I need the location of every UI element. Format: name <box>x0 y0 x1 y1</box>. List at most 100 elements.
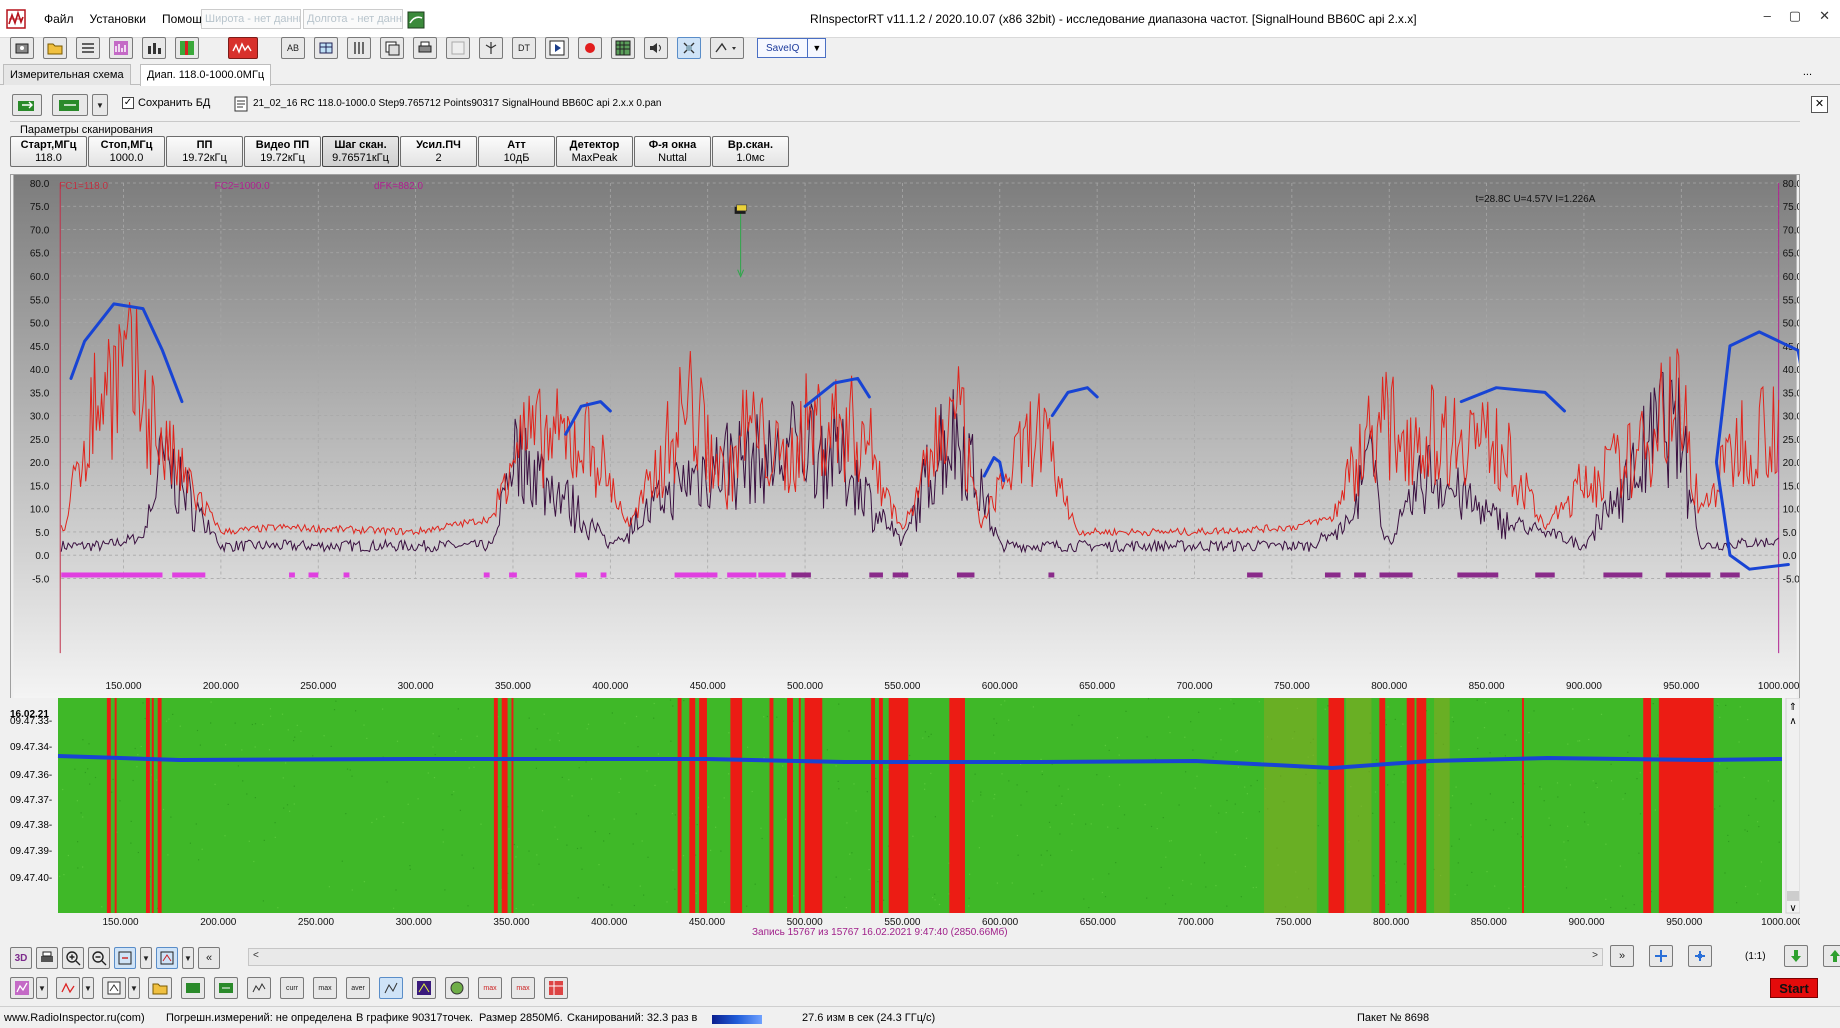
menu-settings[interactable]: Установки <box>82 12 154 26</box>
waterfall-view-button[interactable] <box>175 37 199 59</box>
marker-button[interactable] <box>102 977 126 999</box>
minimize-icon[interactable]: – <box>1764 8 1771 24</box>
zoom-in-button[interactable] <box>62 947 84 969</box>
antenna-button[interactable] <box>479 37 503 59</box>
fit-dropdown[interactable]: ▼ <box>140 947 152 969</box>
save-iq-button[interactable]: SaveIQ <box>757 38 809 58</box>
chart-type-button[interactable] <box>10 977 34 999</box>
max-button[interactable]: max <box>313 977 337 999</box>
arrow-down-button[interactable] <box>1783 945 1808 967</box>
print-button[interactable] <box>36 947 58 969</box>
spectrum-view-button[interactable] <box>109 37 133 59</box>
export-green-button[interactable] <box>181 977 205 999</box>
export-green2-button[interactable] <box>214 977 238 999</box>
save-db-checkbox-row[interactable]: ✓ Сохранить БД <box>122 97 210 109</box>
printer-button[interactable] <box>413 37 437 59</box>
scroll-left-icon[interactable]: < <box>253 950 259 961</box>
param-scan-time-button[interactable]: Вр.скан. 1.0мс <box>712 136 789 167</box>
import-button[interactable] <box>52 94 88 116</box>
param-video-bandwidth-button[interactable]: Видео ПП 19.72кГц <box>244 136 321 167</box>
scroll-top-icon[interactable]: ⇑ <box>1789 702 1797 713</box>
import-dropdown[interactable]: ▼ <box>92 94 108 116</box>
maximize-icon[interactable]: ▢ <box>1789 8 1801 24</box>
longitude-field[interactable]: Долгота - нет данных <box>303 9 403 29</box>
panel-close-button[interactable]: ✕ <box>1811 96 1828 113</box>
param-attenuator-button[interactable]: Атт 10дБ <box>478 136 555 167</box>
device-settings-button[interactable] <box>10 37 34 59</box>
min-trace-button[interactable]: max <box>511 977 535 999</box>
noise-dot <box>156 779 158 781</box>
trace-button[interactable] <box>56 977 80 999</box>
menu-file[interactable]: Файл <box>36 12 82 26</box>
param-detector-button[interactable]: Детектор MaxPeak <box>556 136 633 167</box>
tab-overflow[interactable]: ... <box>1803 66 1812 78</box>
start-button[interactable]: Start <box>1770 978 1818 998</box>
trace-dropdown[interactable]: ▼ <box>82 977 94 999</box>
average-button[interactable]: aver <box>346 977 370 999</box>
close-icon[interactable]: ✕ <box>1819 8 1830 24</box>
param-start-button[interactable]: Старт,МГц 118.0 <box>10 136 87 167</box>
colormap-button[interactable] <box>412 977 436 999</box>
max-trace-button[interactable]: max <box>478 977 502 999</box>
scroll-down-icon[interactable]: ∨ <box>1789 903 1796 914</box>
3d-view-button[interactable]: 3D <box>10 947 32 969</box>
open-button[interactable] <box>43 37 67 59</box>
noise-dot <box>1638 852 1640 854</box>
current-button[interactable]: curr <box>280 977 304 999</box>
list-button[interactable] <box>76 37 100 59</box>
noise-dot <box>696 824 698 826</box>
param-bandwidth-button[interactable]: ПП 19.72кГц <box>166 136 243 167</box>
tab-range[interactable]: Диап. 118.0-1000.0МГц <box>140 64 272 86</box>
grid-button[interactable] <box>611 37 635 59</box>
compress-button[interactable] <box>1688 945 1712 967</box>
dt-button[interactable]: DT <box>512 37 536 59</box>
zoom-out-button[interactable] <box>88 947 110 969</box>
noise-dot <box>598 864 600 866</box>
scale-dropdown[interactable]: ▼ <box>182 947 194 969</box>
spectrum-plot[interactable]: 80.0 75.0 70.0 65.0 60.0 55.0 50.0 45.0 40.0 35.0… <box>10 174 1800 700</box>
layers-button[interactable] <box>380 37 404 59</box>
latitude-field[interactable]: Широта - нет данных <box>201 9 301 29</box>
satellite-button[interactable] <box>677 37 701 59</box>
image-button[interactable] <box>446 37 470 59</box>
globe-button[interactable] <box>445 977 469 999</box>
record-button[interactable] <box>578 37 602 59</box>
record-scrollbar[interactable]: < > <box>248 948 1603 966</box>
folder-button[interactable] <box>148 977 172 999</box>
scroll-right-icon[interactable]: > <box>1592 950 1598 961</box>
last-record-button[interactable]: » <box>1610 945 1634 967</box>
scale-button[interactable] <box>156 947 178 969</box>
export-button[interactable] <box>12 94 42 116</box>
param-step-button[interactable]: Шаг скан. 9.76571кГц <box>322 136 399 167</box>
detect-button[interactable] <box>379 977 403 999</box>
chart-type-dropdown[interactable]: ▼ <box>36 977 48 999</box>
param-stop-button[interactable]: Стоп,МГц 1000.0 <box>88 136 165 167</box>
tab-measurement-scheme[interactable]: Измерительная схема <box>3 64 131 85</box>
play-button[interactable] <box>545 37 569 59</box>
ab-button[interactable]: AB <box>281 37 305 59</box>
scroll-thumb[interactable] <box>1787 891 1799 901</box>
waterfall-scrollbar[interactable]: ⇑ ∧ ∨ <box>1785 698 1800 914</box>
arrow-up-button[interactable] <box>1822 945 1840 967</box>
table-export-button[interactable] <box>544 977 568 999</box>
bars-view-button[interactable] <box>142 37 166 59</box>
record-spectrum-button[interactable] <box>228 37 258 59</box>
save-iq-dropdown[interactable]: ▼ <box>808 38 827 58</box>
spectrum-small-button[interactable] <box>247 977 271 999</box>
param-window-button[interactable]: Ф-я окна Nuttal <box>634 136 711 167</box>
marker-dropdown[interactable]: ▼ <box>128 977 140 999</box>
columns-button[interactable] <box>347 37 371 59</box>
expand-button[interactable] <box>1649 945 1673 967</box>
signal-menu-button[interactable] <box>710 37 744 59</box>
table-button[interactable] <box>314 37 338 59</box>
waterfall-plot[interactable]: 09.47.33-09.47.34-09.47.36-09.47.37-09.4… <box>10 698 1800 938</box>
noise-dot <box>402 822 404 824</box>
fit-button[interactable] <box>114 947 136 969</box>
speaker-button[interactable] <box>644 37 668 59</box>
noise-dot <box>1178 804 1180 806</box>
map-icon[interactable] <box>407 11 425 29</box>
save-db-checkbox[interactable]: ✓ <box>122 97 134 109</box>
first-record-button[interactable]: « <box>198 947 220 969</box>
scroll-up-icon[interactable]: ∧ <box>1789 716 1796 727</box>
param-if-gain-button[interactable]: Усил.ПЧ 2 <box>400 136 477 167</box>
